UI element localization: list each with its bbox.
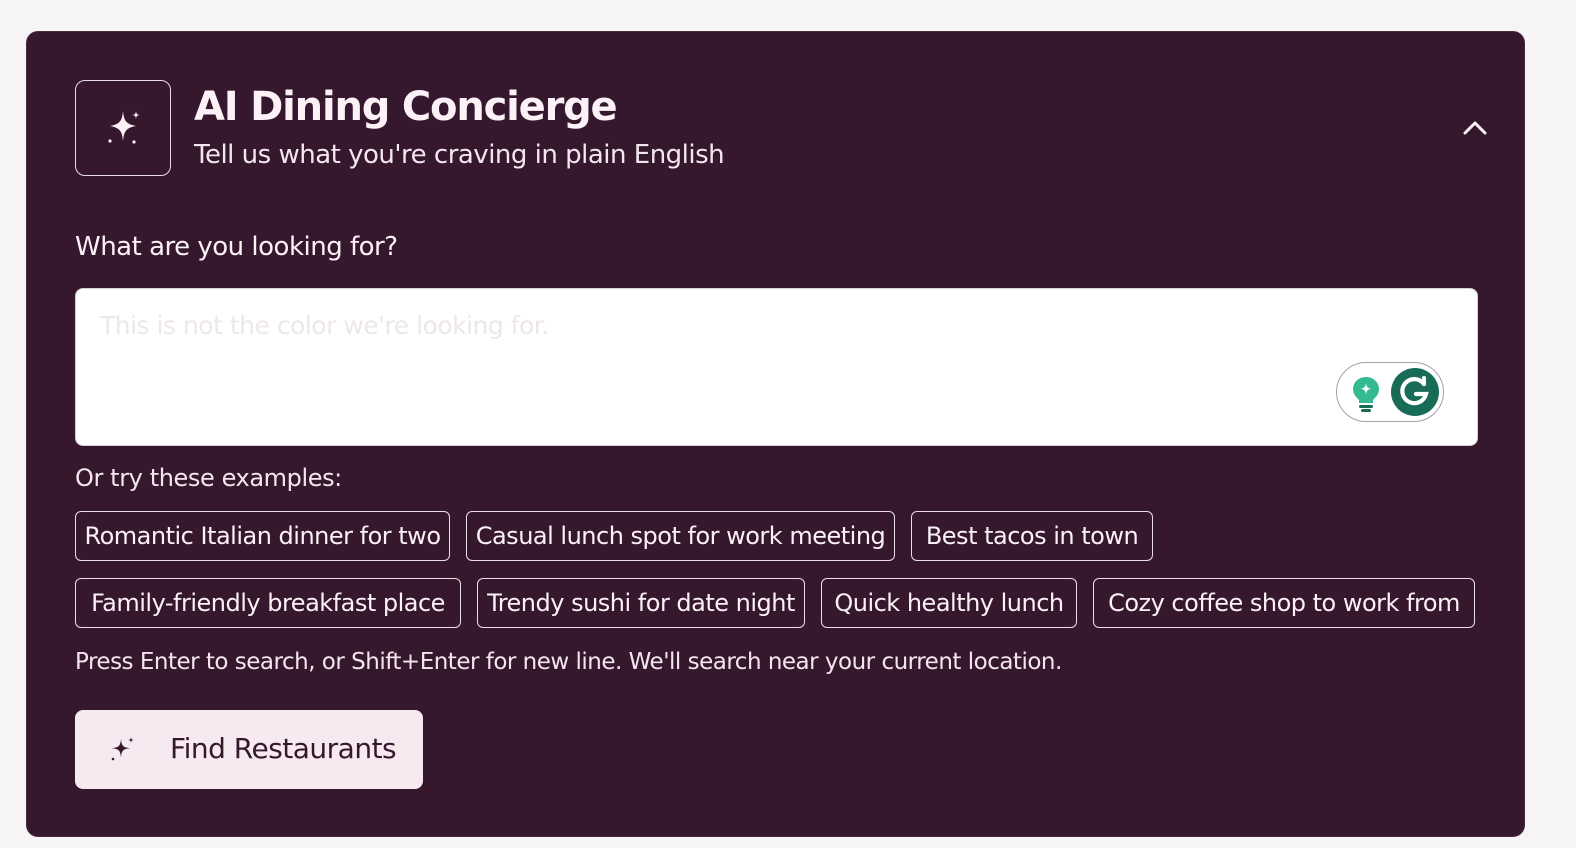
example-chip[interactable]: Family-friendly breakfast place bbox=[75, 578, 461, 628]
grammarly-icon[interactable] bbox=[1391, 368, 1439, 416]
find-restaurants-button[interactable]: Find Restaurants bbox=[75, 710, 423, 789]
example-chip[interactable]: Trendy sushi for date night bbox=[477, 578, 805, 628]
example-chip[interactable]: Casual lunch spot for work meeting bbox=[466, 511, 895, 561]
sparkles-icon bbox=[108, 111, 140, 144]
search-hint: Press Enter to search, or Shift+Enter fo… bbox=[75, 649, 1062, 675]
example-chip[interactable]: Cozy coffee shop to work from bbox=[1093, 578, 1475, 628]
grammarly-widget[interactable] bbox=[1336, 362, 1444, 422]
card-header: AI Dining Concierge Tell us what you're … bbox=[75, 80, 1487, 176]
logo-box bbox=[75, 80, 171, 176]
find-restaurants-label: Find Restaurants bbox=[170, 732, 397, 765]
query-input[interactable] bbox=[76, 289, 1477, 445]
lightbulb-icon[interactable] bbox=[1349, 375, 1383, 413]
examples-label: Or try these examples: bbox=[75, 464, 342, 492]
example-chip[interactable]: Romantic Italian dinner for two bbox=[75, 511, 450, 561]
collapse-button[interactable] bbox=[1455, 108, 1495, 148]
sparkles-icon bbox=[111, 737, 134, 761]
grammarly-g-glyph bbox=[1400, 376, 1429, 406]
page-title: AI Dining Concierge bbox=[194, 84, 618, 130]
dining-concierge-card: AI Dining Concierge Tell us what you're … bbox=[26, 31, 1525, 837]
query-box bbox=[75, 288, 1478, 446]
chevron-up-icon bbox=[1463, 121, 1487, 135]
query-label: What are you looking for? bbox=[75, 232, 398, 262]
page-subtitle: Tell us what you're craving in plain Eng… bbox=[194, 140, 725, 170]
example-chip[interactable]: Quick healthy lunch bbox=[821, 578, 1077, 628]
example-chip[interactable]: Best tacos in town bbox=[911, 511, 1153, 561]
